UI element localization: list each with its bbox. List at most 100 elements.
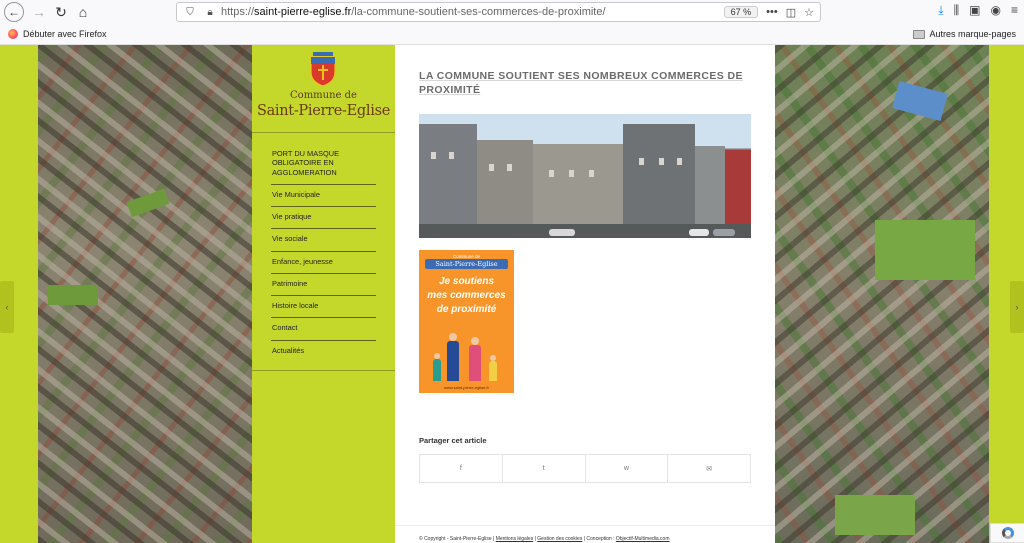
slider-next-arrow[interactable]: › <box>1010 281 1024 333</box>
poster-text-line1: Je soutiens <box>438 276 495 287</box>
url-protocol: https:// <box>221 6 255 18</box>
chevron-right-icon: › <box>1015 302 1019 312</box>
building <box>695 146 725 224</box>
menu-item-vie-pratique[interactable]: Vie pratique <box>271 207 376 230</box>
share-bar: f t w ✉ <box>419 454 751 483</box>
car <box>689 229 709 236</box>
poster-image[interactable]: Commune de Saint-Pierre-Eglise Je soutie… <box>419 250 514 393</box>
home-icon[interactable]: ⌂ <box>72 1 94 23</box>
poster-url: www.saint-pierre-eglise.fr <box>444 385 489 390</box>
child-figure <box>433 359 441 381</box>
footer-cookies-link[interactable]: Gestion des cookies <box>537 536 582 542</box>
storefronts-photo <box>419 114 751 238</box>
share-email-button[interactable]: ✉ <box>668 455 750 482</box>
footer: © Copyright - Saint-Pierre-Eglise | Ment… <box>419 536 670 542</box>
menu-item-vie-sociale[interactable]: Vie sociale <box>271 229 376 252</box>
coat-of-arms-icon <box>310 52 336 86</box>
figure-head <box>471 337 479 345</box>
bookmark-other-label: Autres marque-pages <box>929 29 1016 39</box>
main-menu: PORT DU MASQUE OBLIGATOIRE EN AGGLOMERAT… <box>271 149 376 362</box>
window <box>507 164 512 171</box>
web-page: ‹ › Commune de Saint-Pierre-Eglise PORT … <box>0 45 1024 543</box>
figure-head <box>490 355 496 361</box>
share-twitter-button[interactable]: t <box>503 455 586 482</box>
menu-item-vie-municipale[interactable]: Vie Municipale <box>271 185 376 207</box>
mail-icon: ✉ <box>706 465 713 473</box>
recaptcha-badge[interactable] <box>990 523 1024 543</box>
building <box>623 124 695 224</box>
poster-commune-name: Saint-Pierre-Eglise <box>425 259 508 269</box>
logo-text-line2: Saint-Pierre-Eglise <box>256 103 391 119</box>
download-icon[interactable]: ⤓ <box>938 3 943 18</box>
url-host: saint-pierre-eglise.fr <box>254 6 352 18</box>
bookmark-star-icon[interactable]: ☆ <box>804 6 814 19</box>
window <box>489 164 494 171</box>
window <box>549 170 554 177</box>
menu-item-contact[interactable]: Contact <box>271 318 376 341</box>
building <box>725 150 751 224</box>
lock-icon[interactable]: 🔒︎ <box>203 7 217 18</box>
sidebar-divider <box>252 370 395 371</box>
article-title[interactable]: LA COMMUNE SOUTIENT SES NOMBREUX COMMERC… <box>419 70 749 97</box>
car <box>713 229 735 236</box>
site-logo[interactable]: Commune de Saint-Pierre-Eglise <box>252 45 395 133</box>
whatsapp-icon: w <box>623 465 629 472</box>
browser-toolbar: ← → ↻ ⌂ ⛉ 🔒︎ https://saint-pierre-eglise… <box>0 0 1024 24</box>
folder-icon <box>913 29 926 39</box>
menu-item-enfance-jeunesse[interactable]: Enfance, jeunesse <box>271 252 376 274</box>
footer-agency-link[interactable]: Objectif-Multimedia.com <box>616 536 670 542</box>
footer-conception-label: | Conception : <box>583 536 615 542</box>
logo-text-line1: Commune de <box>290 90 357 101</box>
share-title: Partager cet article <box>419 436 487 445</box>
field-patch <box>875 220 975 280</box>
pocket-icon[interactable]: ◫ <box>786 6 796 19</box>
field-patch <box>835 495 915 535</box>
poster-text-line3: de proximité <box>436 304 497 315</box>
window <box>449 152 454 159</box>
account-icon[interactable]: ◉ <box>991 3 1001 18</box>
field-patch <box>126 188 170 218</box>
twitter-icon: t <box>542 465 545 472</box>
window <box>569 170 574 177</box>
aerial-photo-right <box>775 45 989 543</box>
recaptcha-icon <box>1001 527 1014 539</box>
share-facebook-button[interactable]: f <box>420 455 503 482</box>
poster-text-line2: mes commerces <box>427 290 506 301</box>
blue-roof <box>892 81 948 121</box>
firefox-icon <box>8 29 18 39</box>
bookmark-firefox[interactable]: Débuter avec Firefox <box>8 29 107 39</box>
menu-item-masque[interactable]: PORT DU MASQUE OBLIGATOIRE EN AGGLOMERAT… <box>271 149 376 185</box>
menu-item-patrimoine[interactable]: Patrimoine <box>271 274 376 296</box>
zoom-level-button[interactable]: 67 % <box>723 6 759 18</box>
bookmark-other[interactable]: Autres marque-pages <box>913 29 1016 39</box>
shield-icon[interactable]: ⛉ <box>183 7 197 18</box>
reload-icon[interactable]: ↻ <box>50 1 72 23</box>
building <box>419 124 477 224</box>
building <box>477 140 533 224</box>
window <box>659 158 664 165</box>
sidebar-icon[interactable]: ▣ <box>969 3 980 18</box>
slider-prev-arrow[interactable]: ‹ <box>0 281 14 333</box>
url-bar[interactable]: ⛉ 🔒︎ https://saint-pierre-eglise.fr/la-c… <box>176 2 821 22</box>
more-actions-icon[interactable]: ••• <box>766 6 778 19</box>
footer-legal-link[interactable]: Mentions légales <box>496 536 534 542</box>
building <box>533 144 623 224</box>
library-icon[interactable]: ⫼ <box>954 3 960 18</box>
menu-item-actualites[interactable]: Actualités <box>271 341 376 362</box>
figure-head <box>449 333 457 341</box>
adult-figure <box>469 345 481 381</box>
back-arrow-icon[interactable]: ← <box>4 2 24 22</box>
chevron-left-icon: ‹ <box>5 302 9 312</box>
child-figure <box>489 361 497 381</box>
footer-copyright: © Copyright - Saint-Pierre-Eglise | <box>419 536 495 542</box>
bookmarks-bar: Débuter avec Firefox Autres marque-pages <box>0 24 1024 45</box>
menu-item-histoire-locale[interactable]: Histoire locale <box>271 296 376 319</box>
share-whatsapp-button[interactable]: w <box>586 455 669 482</box>
url-text[interactable]: https://saint-pierre-eglise.fr/la-commun… <box>221 6 724 18</box>
forward-arrow-icon[interactable]: → <box>28 1 50 23</box>
footer-divider <box>395 525 775 526</box>
aerial-photo-left <box>38 45 252 543</box>
article-content: LA COMMUNE SOUTIENT SES NOMBREUX COMMERC… <box>395 45 775 543</box>
menu-icon[interactable]: ≡ <box>1011 3 1018 18</box>
figure-head <box>434 353 440 359</box>
